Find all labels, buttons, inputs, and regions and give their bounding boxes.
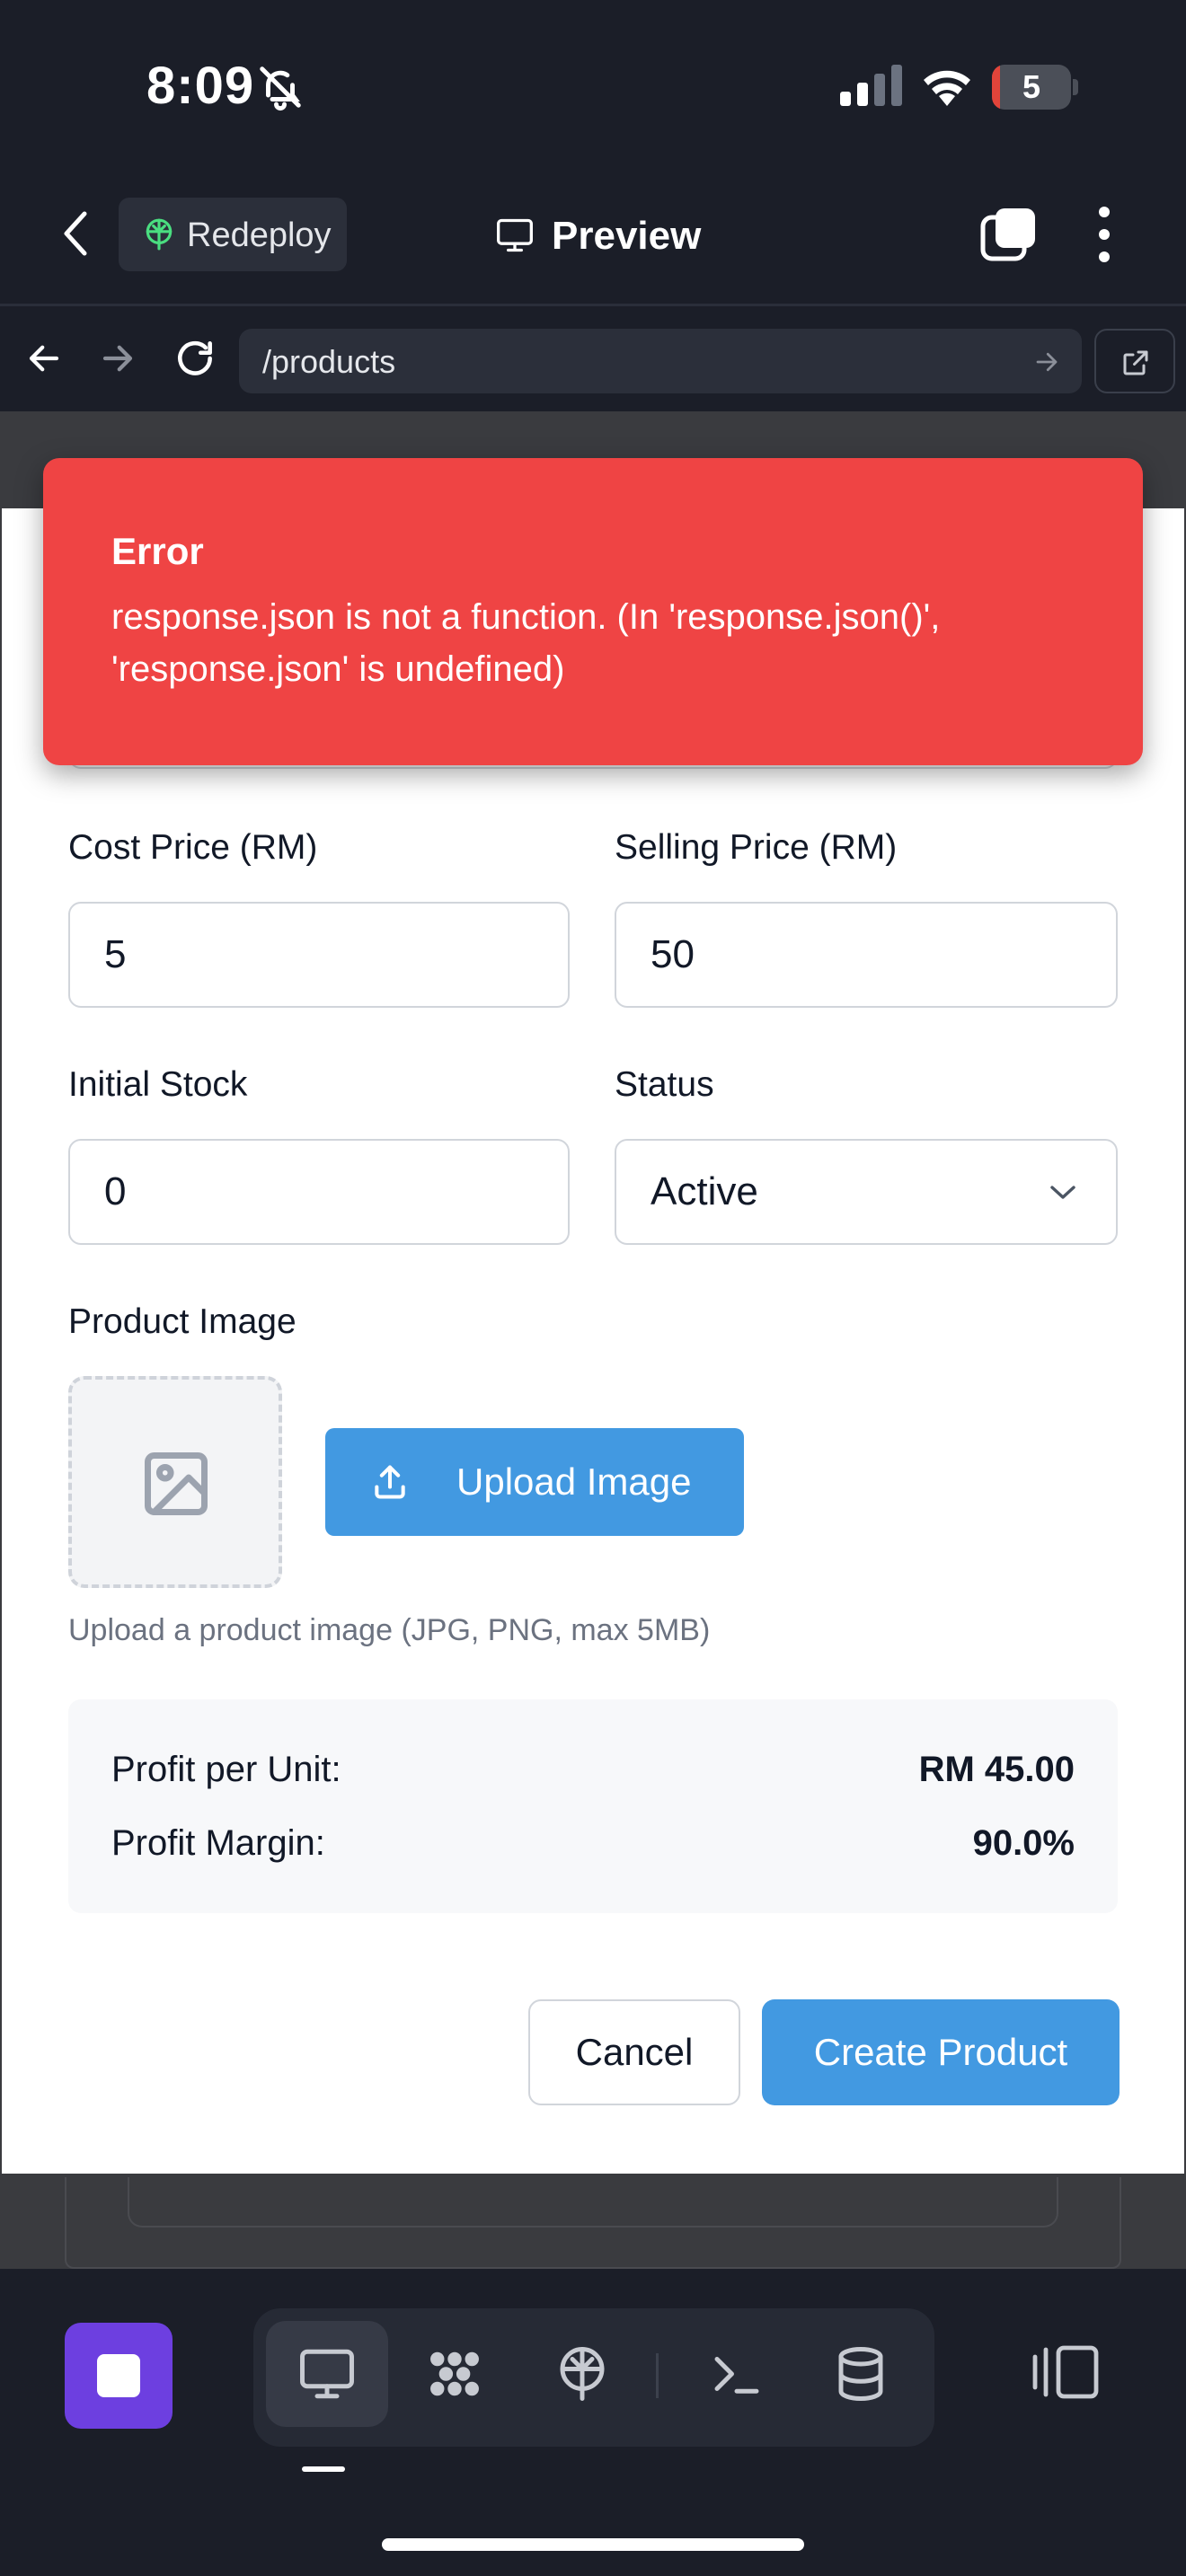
cost-price-input[interactable]: 5 [68, 902, 570, 1008]
cancel-button[interactable]: Cancel [528, 1999, 740, 2105]
image-icon [145, 1452, 208, 1515]
error-toast-message: response.json is not a function. (In 're… [111, 597, 941, 689]
url-text: /products [262, 343, 396, 380]
bottom-toolbar [0, 2269, 1186, 2576]
stop-icon [97, 2354, 140, 2397]
desktop-icon [300, 2349, 354, 2399]
arrow-left-icon[interactable] [25, 340, 63, 377]
agents-icon [430, 2351, 479, 2396]
product-image-label: Product Image [68, 1302, 296, 1341]
create-product-button[interactable]: Create Product [762, 1999, 1120, 2105]
open-external-button[interactable] [1094, 329, 1175, 393]
header-divider [0, 304, 1186, 306]
panel-icon[interactable] [1030, 2342, 1102, 2402]
chevron-down-icon [1050, 1186, 1075, 1199]
arrow-right-icon[interactable] [99, 340, 137, 377]
cellular-signal-icon [840, 65, 902, 106]
active-tab-indicator [302, 2466, 345, 2472]
stop-button[interactable] [65, 2323, 173, 2429]
url-bar[interactable]: /products [239, 329, 1082, 393]
tool-group [253, 2308, 934, 2447]
battery-level: 5 [1022, 68, 1041, 105]
browser-bar: /products [0, 309, 1186, 410]
status-time: 8:09 [146, 57, 255, 115]
upload-help-text: Upload a product image (JPG, PNG, max 5M… [68, 1613, 711, 1647]
back-chevron-icon[interactable] [52, 207, 102, 260]
tool-terminal[interactable] [676, 2321, 798, 2427]
tabs-icon[interactable] [979, 205, 1039, 264]
profit-per-unit-label: Profit per Unit: [111, 1750, 341, 1789]
wifi-icon [924, 70, 970, 106]
profit-margin-label: Profit Margin: [111, 1823, 325, 1863]
error-toast-title: Error [111, 530, 204, 572]
external-link-icon [1123, 350, 1148, 375]
selling-price-label: Selling Price (RM) [615, 828, 898, 867]
terminal-icon [714, 2357, 759, 2394]
app-header: Redeploy Preview [0, 180, 1186, 305]
background-card-inner [128, 2177, 1058, 2228]
tool-divider [656, 2353, 659, 2398]
tool-preview[interactable] [266, 2321, 388, 2427]
monitor-icon [497, 218, 533, 252]
profit-summary: Profit per Unit: RM 45.00 Profit Margin:… [68, 1699, 1118, 1913]
database-icon [838, 2347, 883, 2401]
upload-image-label: Upload Image [456, 1460, 692, 1503]
page-title: Preview [552, 214, 702, 258]
upload-icon [375, 1465, 405, 1499]
initial-stock-label: Initial Stock [68, 1065, 248, 1104]
cost-price-label: Cost Price (RM) [68, 828, 318, 867]
bell-muted-icon [260, 66, 301, 111]
more-vertical-icon[interactable] [1091, 205, 1118, 264]
status-select[interactable]: Active [615, 1139, 1118, 1245]
selling-price-input[interactable]: 50 [615, 902, 1118, 1008]
image-preview-placeholder [68, 1376, 282, 1588]
initial-stock-input[interactable]: 0 [68, 1139, 570, 1245]
deploy-icon [560, 2347, 605, 2401]
status-selected-value: Active [651, 1169, 758, 1213]
status-bar: 8:09 5 [0, 0, 1186, 171]
deploy-icon [146, 218, 173, 251]
redeploy-label: Redeploy [187, 216, 332, 254]
tool-database[interactable] [800, 2321, 922, 2427]
profit-per-unit-value: RM 45.00 [918, 1750, 1075, 1789]
tool-deploy[interactable] [521, 2321, 643, 2427]
home-indicator [382, 2538, 804, 2551]
battery-icon: 5 [992, 65, 1078, 110]
tool-agents[interactable] [394, 2321, 516, 2427]
reload-icon[interactable] [173, 336, 217, 381]
profit-margin-value: 90.0% [972, 1823, 1075, 1863]
status-label: Status [615, 1065, 714, 1104]
error-toast[interactable]: Error response.json is not a function. (… [43, 458, 1143, 765]
redeploy-button[interactable]: Redeploy [119, 198, 347, 271]
upload-image-button[interactable]: Upload Image [325, 1428, 744, 1536]
go-arrow-icon[interactable] [1033, 348, 1060, 375]
